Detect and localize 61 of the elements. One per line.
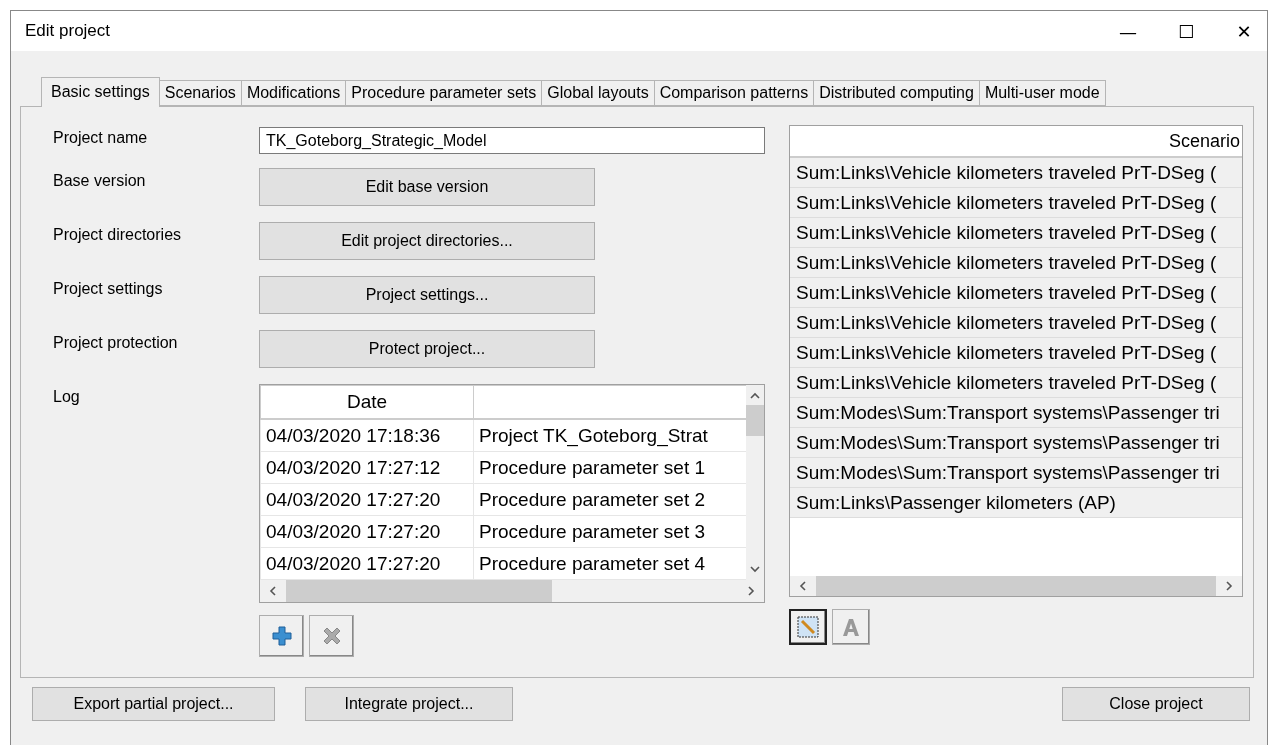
table-cell: 04/03/2020 17:27:20 xyxy=(260,483,474,516)
tab[interactable]: Scenarios xyxy=(158,80,242,106)
delete-button[interactable] xyxy=(309,615,354,657)
list-item[interactable]: Sum:Links\Vehicle kilometers traveled PrT-DSeg ( xyxy=(790,278,1242,308)
add-button[interactable] xyxy=(259,615,304,657)
scroll-down-icon[interactable] xyxy=(750,564,760,574)
list-item[interactable]: Sum:Links\Vehicle kilometers traveled PrT-DSeg ( xyxy=(790,368,1242,398)
field-label: Project settings xyxy=(53,279,164,298)
list-item[interactable]: Sum:Modes\Sum:Transport systems\Passenger tri xyxy=(790,428,1242,458)
window-title: Edit project xyxy=(25,21,112,41)
tab[interactable]: Modifications xyxy=(240,80,347,106)
field-label: Log xyxy=(53,387,81,406)
vertical-scrollbar[interactable] xyxy=(746,385,764,580)
font-button[interactable] xyxy=(832,609,870,645)
table-cell: 04/03/2020 17:27:20 xyxy=(260,547,474,580)
footer-button[interactable]: Export partial project... xyxy=(32,687,275,721)
settings-button[interactable]: Edit project directories... xyxy=(259,222,595,260)
scroll-thumb[interactable] xyxy=(286,580,553,602)
tab[interactable]: Distributed computing xyxy=(813,80,980,106)
list-item[interactable]: Sum:Links\Vehicle kilometers traveled PrT-DSeg ( xyxy=(790,218,1242,248)
close-button[interactable]: ✕ xyxy=(1221,11,1267,51)
list-item[interactable]: Sum:Links\Vehicle kilometers traveled PrT-DSeg ( xyxy=(790,308,1242,338)
selection-icon xyxy=(796,615,820,639)
list-item[interactable]: Sum:Modes\Sum:Transport systems\Passenger tri xyxy=(790,458,1242,488)
column-header[interactable]: Date xyxy=(260,385,474,419)
list-item[interactable]: Sum:Links\Vehicle kilometers traveled PrT-DSeg ( xyxy=(790,158,1242,188)
list-item[interactable]: Sum:Modes\Sum:Transport systems\Passenger tri xyxy=(790,398,1242,428)
scroll-left-icon[interactable] xyxy=(268,586,278,596)
field-label: Base version xyxy=(53,171,147,190)
list-item[interactable]: Sum:Links\Vehicle kilometers traveled PrT-DSeg ( xyxy=(790,188,1242,218)
plus-icon xyxy=(270,625,293,647)
horizontal-scrollbar[interactable] xyxy=(260,580,764,602)
settings-button[interactable]: Edit base version xyxy=(259,168,595,206)
letter-a-icon xyxy=(841,617,861,637)
scroll-thumb[interactable] xyxy=(746,405,764,436)
scroll-right-icon[interactable] xyxy=(1224,581,1234,591)
tab[interactable]: Basic settings xyxy=(41,77,160,107)
minimize-button[interactable]: — xyxy=(1105,11,1151,51)
table-cell: 04/03/2020 17:18:36 xyxy=(260,419,474,452)
table-cell: 04/03/2020 17:27:20 xyxy=(260,515,474,548)
settings-button[interactable]: Protect project... xyxy=(259,330,595,368)
field-label: Project protection xyxy=(53,333,179,352)
list-item[interactable]: Sum:Links\Vehicle kilometers traveled PrT-DSeg ( xyxy=(790,338,1242,368)
project-name-field[interactable]: TK_Goteborg_Strategic_Model xyxy=(259,127,765,154)
tab[interactable]: Comparison patterns xyxy=(653,80,815,106)
tab[interactable]: Procedure parameter sets xyxy=(345,80,543,106)
tab[interactable]: Multi-user mode xyxy=(978,80,1106,106)
field-label: Project directories xyxy=(53,225,183,244)
footer-button[interactable]: Integrate project... xyxy=(305,687,513,721)
scroll-left-icon[interactable] xyxy=(798,581,808,591)
close-project-button[interactable]: Close project xyxy=(1062,687,1250,721)
field-label: Project name xyxy=(53,128,149,147)
table-cell: 04/03/2020 17:27:12 xyxy=(260,451,474,484)
list-item[interactable]: Sum:Links\Passenger kilometers (AP) xyxy=(790,488,1242,518)
scroll-up-icon[interactable] xyxy=(750,391,760,401)
list-item[interactable]: Sum:Links\Vehicle kilometers traveled PrT-DSeg ( xyxy=(790,248,1242,278)
settings-button[interactable]: Project settings... xyxy=(259,276,595,314)
tab[interactable]: Global layouts xyxy=(541,80,655,106)
scroll-right-icon[interactable] xyxy=(746,586,756,596)
maximize-button[interactable]: ☐ xyxy=(1163,11,1209,51)
select-button[interactable] xyxy=(789,609,827,645)
